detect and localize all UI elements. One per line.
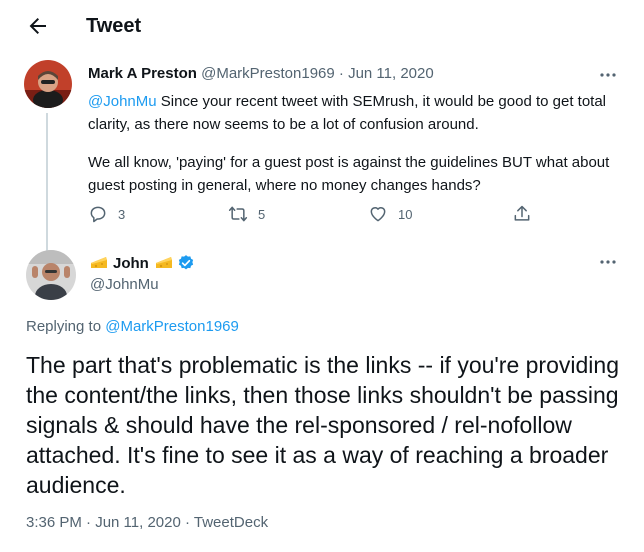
tweet-paragraph: @JohnMu Since your recent tweet with SEM…: [88, 90, 618, 136]
arrow-left-icon[interactable]: [26, 14, 50, 38]
tweet-timestamp[interactable]: 3:36 PM · Jun 11, 2020 · TweetDeck: [26, 514, 268, 531]
share-icon: [514, 205, 530, 221]
avatar[interactable]: [26, 250, 76, 300]
more-icon[interactable]: [598, 252, 618, 272]
avatar[interactable]: [24, 60, 72, 108]
reply-count: 3: [118, 206, 126, 222]
share-button[interactable]: [512, 204, 532, 224]
more-icon[interactable]: [598, 65, 618, 85]
like-count: 10: [398, 206, 413, 222]
tweet-text: The part that's problematic is the links…: [26, 352, 619, 498]
separator: ·: [338, 65, 344, 82]
cheese-icon: [91, 257, 107, 268]
replying-to: Replying to @MarkPreston1969: [26, 318, 239, 335]
heart-icon: [370, 207, 386, 222]
retweet-icon: [228, 206, 248, 222]
replying-prefix: Replying to: [26, 318, 102, 335]
cheese-icon: [155, 257, 172, 268]
tweet-actions: 3 5 10: [88, 204, 548, 224]
tweet-date[interactable]: Jun 11, 2020: [348, 65, 434, 82]
tweet-author-meta: Mark A Preston @MarkPreston1969 · Jun 11…: [88, 65, 434, 82]
verified-badge-icon: [178, 255, 193, 270]
author-handle[interactable]: @MarkPreston1969: [201, 65, 335, 82]
author-name-row[interactable]: John: [90, 254, 195, 272]
reply-button[interactable]: 3: [88, 204, 125, 224]
author-handle[interactable]: @JohnMu: [90, 276, 159, 293]
author-name[interactable]: Mark A Preston: [88, 65, 197, 82]
header: Tweet: [0, 0, 644, 53]
mention-link[interactable]: @JohnMu: [88, 93, 157, 110]
reply-icon: [90, 206, 106, 223]
mention-link[interactable]: @MarkPreston1969: [105, 318, 239, 335]
tweet-paragraph: We all know, 'paying' for a guest post i…: [88, 154, 610, 194]
retweet-button[interactable]: 5: [228, 204, 265, 224]
retweet-count: 5: [258, 206, 266, 222]
author-name[interactable]: John: [113, 255, 149, 272]
tweet-text-rest: Since your recent tweet with SEMrush, it…: [88, 93, 607, 133]
page-title: Tweet: [86, 15, 142, 37]
like-button[interactable]: 10: [368, 204, 412, 224]
tweet-text: @JohnMu Since your recent tweet with SEM…: [88, 90, 618, 212]
